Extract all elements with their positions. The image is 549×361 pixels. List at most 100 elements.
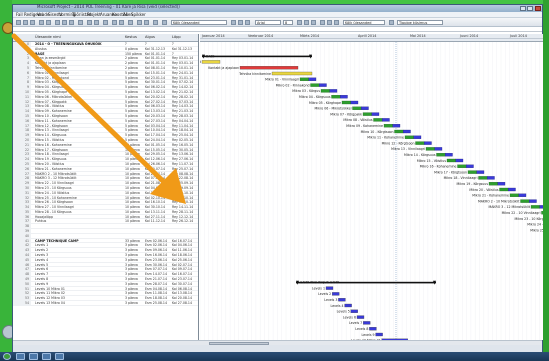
gantt-bar[interactable]: [350, 309, 358, 313]
maximize-button[interactable]: [527, 6, 533, 11]
filter-dropdown[interactable]: Kõik ülesanded: [343, 20, 385, 25]
gantt-bar[interactable]: [499, 187, 516, 192]
split-icon[interactable]: [103, 20, 108, 25]
italic-icon[interactable]: [304, 20, 309, 25]
gantt-bar[interactable]: [404, 135, 422, 139]
gantt-bar[interactable]: [446, 158, 464, 163]
gantt-bar-segment: [520, 199, 530, 203]
gantt-bar[interactable]: [202, 54, 312, 59]
gantt-bar[interactable]: [338, 298, 346, 302]
unlink-icon[interactable]: [94, 20, 99, 25]
goto-task-icon[interactable]: [153, 20, 158, 25]
cut-icon[interactable]: [55, 20, 60, 25]
gantt-bar-segment: [497, 182, 506, 186]
gantt-bar[interactable]: [509, 193, 527, 197]
task-name-cell: Plaan ja eesmärgid: [35, 56, 66, 61]
open-folder-icon[interactable]: [23, 20, 28, 25]
help-icon[interactable]: [162, 20, 167, 25]
taskbar-app-icon[interactable]: [29, 353, 38, 360]
gantt-bar[interactable]: [239, 66, 299, 70]
gantt-bar-segment: [424, 141, 432, 145]
paste-icon[interactable]: [69, 20, 74, 25]
entry-bar[interactable]: [13, 27, 542, 32]
notes-icon[interactable]: [119, 20, 124, 25]
finish-cell: Rey 03.01.14: [172, 61, 194, 66]
gantt-bar[interactable]: [369, 327, 377, 331]
task-table: Ülesande nimi Kestus Algus Lõpp 0 2014 - …: [13, 34, 199, 340]
gantt-bar[interactable]: [201, 60, 221, 64]
menu-item[interactable]: Projekt: [87, 12, 101, 17]
zoom-out-icon[interactable]: [144, 20, 149, 25]
gantt-bar[interactable]: [520, 199, 537, 203]
minimize-button[interactable]: [520, 6, 526, 11]
print-icon[interactable]: [39, 20, 44, 25]
gantt-bar[interactable]: [373, 118, 390, 122]
gantt-bar[interactable]: [356, 315, 365, 319]
gantt-bar[interactable]: [362, 112, 380, 116]
taskbar-app-icon[interactable]: [55, 353, 64, 360]
gantt-body[interactable]: BASE Plaan ja eesmärgid Kontakt ja ajaplaa…: [200, 42, 543, 340]
finish-cell: Kol 20.08.14: [172, 296, 192, 301]
link-icon[interactable]: [87, 20, 92, 25]
gantt-bar[interactable]: [375, 332, 383, 337]
header-duration[interactable]: Kestus: [125, 35, 137, 39]
group-dropdown[interactable]: Kõik ülesanded: [171, 20, 227, 25]
save-icon[interactable]: [30, 20, 35, 25]
autofilter-icon[interactable]: [389, 20, 394, 25]
underline-icon[interactable]: [311, 20, 316, 25]
gantt-bar-label: Mikro 01 - Vinnilaagri: [265, 78, 299, 82]
taskbar-app-icon[interactable]: [42, 353, 51, 360]
gantt-bar[interactable]: [331, 95, 348, 99]
outdent-icon[interactable]: [231, 20, 236, 25]
header-task-name[interactable]: Ülesande nimi: [35, 35, 61, 39]
copy-icon[interactable]: [62, 20, 67, 25]
gantt-bar[interactable]: [436, 153, 453, 157]
start-cell: Kol 01.01.14: [145, 56, 165, 61]
taskbar-app-icon[interactable]: [16, 353, 25, 360]
assign-resources-icon[interactable]: [128, 20, 133, 25]
gantt-bar[interactable]: [394, 129, 411, 134]
gantt-bar[interactable]: [457, 164, 474, 168]
gantt-bar[interactable]: [415, 141, 432, 145]
header-finish[interactable]: Lõpp: [172, 35, 181, 39]
gantt-bar[interactable]: [488, 182, 506, 186]
table-row[interactable]: 54 Levels 13 Mikro 04 3 päeva Esm 25.08.14 K…: [13, 301, 198, 306]
align-left-icon[interactable]: [320, 20, 325, 25]
gantt-bar[interactable]: [425, 147, 443, 151]
gantt-bar[interactable]: [310, 83, 327, 87]
menu-item[interactable]: Fail: [16, 12, 23, 17]
gantt-bar[interactable]: [541, 211, 544, 215]
gantt-bar[interactable]: [341, 100, 359, 105]
gantt-bar[interactable]: [478, 176, 495, 180]
show-subtasks-icon[interactable]: [245, 20, 250, 25]
task-name-cell: Mikro 09 - Kohanemine: [35, 109, 72, 114]
align-right-icon[interactable]: [334, 20, 339, 25]
gantt-bar[interactable]: [344, 303, 352, 308]
new-file-icon[interactable]: [16, 20, 21, 25]
gantt-bar[interactable]: [383, 124, 401, 128]
indent-icon[interactable]: [238, 20, 243, 25]
ask-question-field[interactable]: Tippige küsimus: [397, 20, 443, 25]
preview-icon[interactable]: [46, 20, 51, 25]
font-size-dropdown[interactable]: 8: [283, 20, 293, 25]
gantt-bar[interactable]: [530, 205, 543, 209]
gantt-bar[interactable]: [325, 286, 334, 290]
bold-icon[interactable]: [297, 20, 302, 25]
gantt-bar[interactable]: [332, 292, 340, 296]
align-center-icon[interactable]: [327, 20, 332, 25]
menu-item[interactable]: Spikker: [131, 12, 146, 17]
font-dropdown[interactable]: Arial: [255, 20, 281, 25]
zoom-in-icon[interactable]: [137, 20, 142, 25]
title-bar[interactable]: Microsoft Project - 2014 POL Treening - …: [13, 4, 542, 12]
task-info-icon[interactable]: [112, 20, 117, 25]
gantt-bar[interactable]: [352, 106, 369, 110]
gantt-bar[interactable]: [363, 321, 371, 325]
start-button[interactable]: [3, 353, 11, 360]
header-start[interactable]: Algus: [145, 35, 155, 39]
undo-icon[interactable]: [78, 20, 83, 25]
gantt-bar[interactable]: [299, 77, 317, 81]
gantt-bar[interactable]: [320, 89, 338, 93]
gantt-bar[interactable]: [467, 170, 485, 174]
gantt-bar[interactable]: [271, 71, 313, 76]
close-button[interactable]: [535, 6, 541, 11]
